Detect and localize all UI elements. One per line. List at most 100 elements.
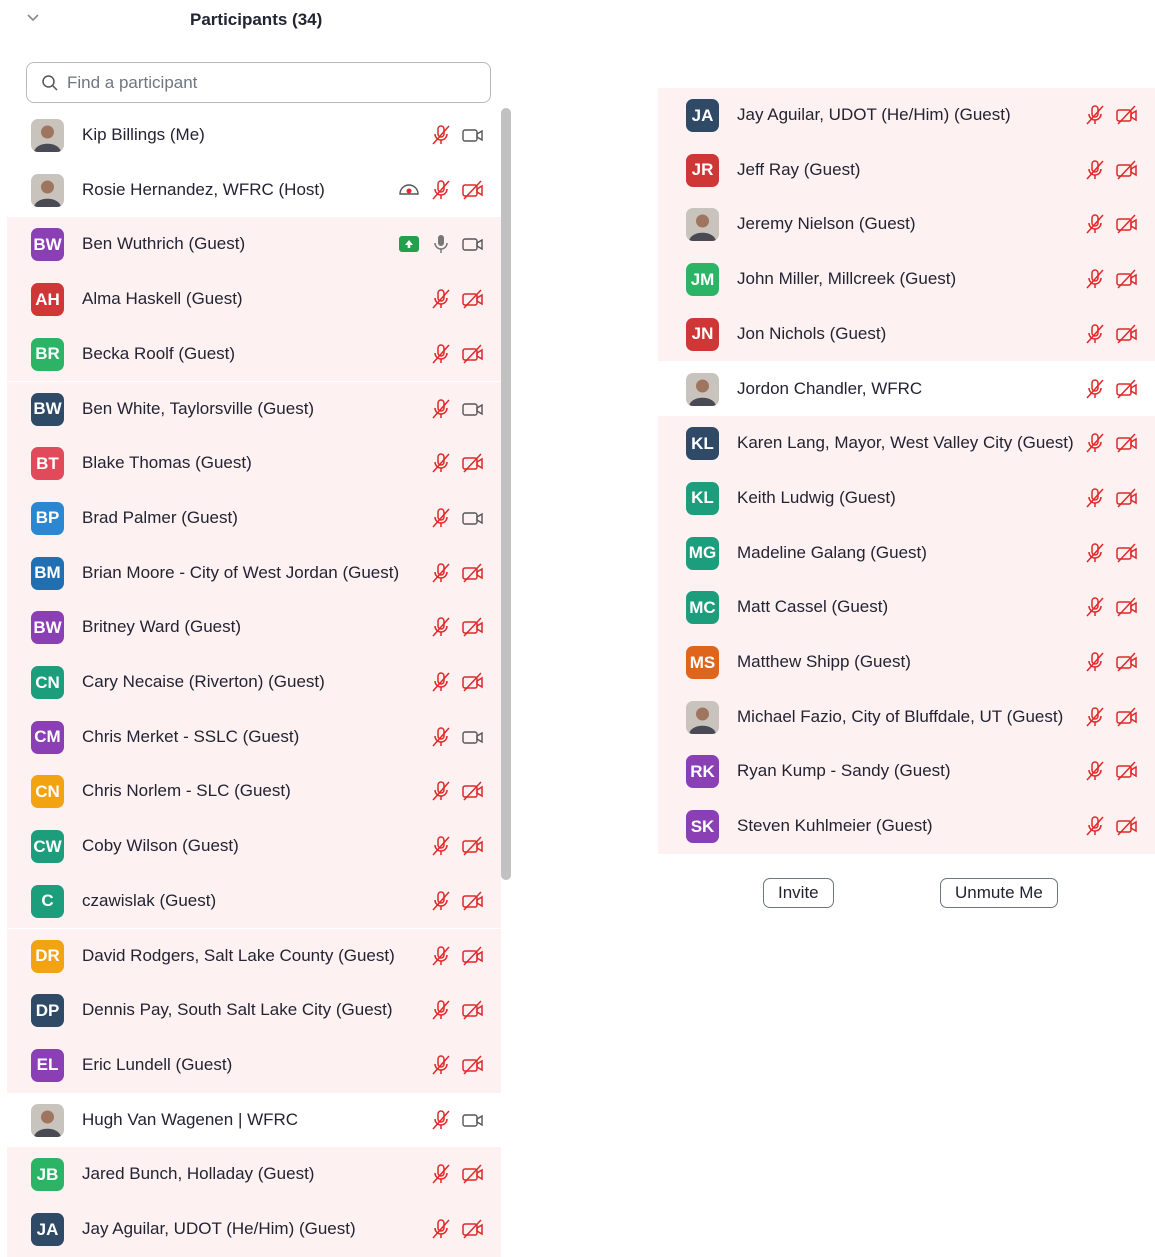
mic-muted-icon[interactable] <box>1079 159 1111 181</box>
search-input[interactable] <box>65 71 469 94</box>
mic-muted-icon[interactable] <box>425 398 457 420</box>
mic-muted-icon[interactable] <box>425 890 457 912</box>
video-off-icon[interactable] <box>1111 597 1143 617</box>
video-off-icon[interactable] <box>457 1055 489 1075</box>
video-off-icon[interactable] <box>457 563 489 583</box>
video-off-icon[interactable] <box>1111 488 1143 508</box>
mic-muted-icon[interactable] <box>1079 487 1111 509</box>
participant-row[interactable]: JA Jay Aguilar, UDOT (He/Him) (Guest) <box>7 1202 501 1257</box>
video-off-icon[interactable] <box>1111 433 1143 453</box>
participant-row[interactable]: Rosie Hernandez, WFRC (Host) <box>7 163 501 218</box>
mic-muted-icon[interactable] <box>1079 213 1111 235</box>
video-off-icon[interactable] <box>1111 761 1143 781</box>
participant-row[interactable]: MS Matthew Shipp (Guest) <box>658 635 1155 690</box>
video-off-icon[interactable] <box>1111 105 1143 125</box>
video-off-icon[interactable] <box>457 617 489 637</box>
participant-row[interactable]: CN Cary Necaise (Riverton) (Guest) <box>7 655 501 710</box>
video-off-icon[interactable] <box>1111 652 1143 672</box>
participant-row[interactable]: BR Becka Roolf (Guest) <box>7 326 501 382</box>
participant-row[interactable]: Jeremy Nielson (Guest) <box>658 197 1155 253</box>
mic-muted-icon[interactable] <box>425 999 457 1021</box>
participant-row[interactable]: BW Britney Ward (Guest) <box>7 600 501 655</box>
participant-row[interactable]: KL Karen Lang, Mayor, West Valley City (G… <box>658 416 1155 471</box>
participant-row[interactable]: JR Jeff Ray (Guest) <box>658 142 1155 198</box>
video-off-icon[interactable] <box>457 453 489 473</box>
participant-row[interactable]: EL Eric Lundell (Guest) <box>7 1037 501 1093</box>
participant-row[interactable]: BP Brad Palmer (Guest) <box>7 490 501 546</box>
mic-muted-icon[interactable] <box>425 945 457 967</box>
video-off-icon[interactable] <box>1111 324 1143 344</box>
participant-row[interactable]: DR David Rodgers, Salt Lake County (Guest… <box>7 928 501 984</box>
video-icon[interactable] <box>457 399 489 419</box>
participant-row[interactable]: Hugh Van Wagenen | WFRC <box>7 1093 501 1148</box>
video-off-icon[interactable] <box>457 672 489 692</box>
participant-row[interactable]: BT Blake Thomas (Guest) <box>7 436 501 491</box>
mic-muted-icon[interactable] <box>425 780 457 802</box>
participant-row[interactable]: JB Jared Bunch, Holladay (Guest) <box>7 1147 501 1202</box>
mic-muted-icon[interactable] <box>1079 596 1111 618</box>
mic-muted-icon[interactable] <box>425 562 457 584</box>
unmute-me-button[interactable]: Unmute Me <box>940 878 1058 908</box>
participant-row[interactable]: AH Alma Haskell (Guest) <box>7 272 501 327</box>
participant-row[interactable]: KL Keith Ludwig (Guest) <box>658 470 1155 526</box>
video-off-icon[interactable] <box>1111 707 1143 727</box>
mic-muted-icon[interactable] <box>425 835 457 857</box>
mic-icon[interactable] <box>425 233 457 255</box>
mic-muted-icon[interactable] <box>425 671 457 693</box>
search-box[interactable] <box>26 62 491 103</box>
participant-row[interactable]: MG Madeline Galang (Guest) <box>658 525 1155 581</box>
video-off-icon[interactable] <box>1111 269 1143 289</box>
participant-row[interactable]: JA Jay Aguilar, UDOT (He/Him) (Guest) <box>658 88 1155 143</box>
video-icon[interactable] <box>457 1110 489 1130</box>
participant-row[interactable]: RK Ryan Kump - Sandy (Guest) <box>658 744 1155 800</box>
video-off-icon[interactable] <box>457 891 489 911</box>
mic-muted-icon[interactable] <box>425 1054 457 1076</box>
video-icon[interactable] <box>457 508 489 528</box>
mic-muted-icon[interactable] <box>1079 432 1111 454</box>
participant-row[interactable]: JM John Miller, Millcreek (Guest) <box>658 252 1155 307</box>
participant-row[interactable]: Michael Fazio, City of Bluffdale, UT (Gu… <box>658 689 1155 745</box>
participant-row[interactable]: JN Jon Nichols (Guest) <box>658 306 1155 362</box>
mic-muted-icon[interactable] <box>425 288 457 310</box>
participant-row[interactable]: CW Coby Wilson (Guest) <box>7 819 501 874</box>
mic-muted-icon[interactable] <box>425 616 457 638</box>
participant-row[interactable]: CM Chris Merket - SSLC (Guest) <box>7 709 501 765</box>
mic-muted-icon[interactable] <box>425 343 457 365</box>
participant-row[interactable]: MC Matt Cassel (Guest) <box>658 580 1155 635</box>
chevron-down-icon[interactable] <box>24 8 42 26</box>
mic-muted-icon[interactable] <box>425 452 457 474</box>
participant-row[interactable]: Jordon Chandler, WFRC <box>658 362 1155 417</box>
mic-muted-icon[interactable] <box>1079 815 1111 837</box>
video-off-icon[interactable] <box>457 945 489 966</box>
video-off-icon[interactable] <box>457 781 489 801</box>
video-icon[interactable] <box>457 125 489 145</box>
video-off-icon[interactable] <box>457 836 489 856</box>
mic-muted-icon[interactable] <box>425 124 457 146</box>
participant-row[interactable]: SK Steven Kuhlmeier (Guest) <box>658 799 1155 854</box>
video-off-icon[interactable] <box>1111 160 1143 180</box>
scrollbar[interactable] <box>501 108 511 880</box>
mic-muted-icon[interactable] <box>425 179 457 201</box>
participant-row[interactable]: BW Ben Wuthrich (Guest) <box>7 217 501 273</box>
video-off-icon[interactable] <box>1111 378 1143 399</box>
participant-row[interactable]: CN Chris Norlem - SLC (Guest) <box>7 764 501 820</box>
participant-row[interactable]: DP Dennis Pay, South Salt Lake City (Gues… <box>7 983 501 1038</box>
participant-row[interactable]: BM Brian Moore - City of West Jordan (Gue… <box>7 545 501 601</box>
video-off-icon[interactable] <box>1111 214 1143 234</box>
mic-muted-icon[interactable] <box>425 1163 457 1185</box>
video-off-icon[interactable] <box>1111 816 1143 836</box>
mic-muted-icon[interactable] <box>425 507 457 529</box>
invite-button[interactable]: Invite <box>763 878 834 908</box>
video-icon[interactable] <box>457 727 489 747</box>
mic-muted-icon[interactable] <box>425 1109 457 1131</box>
video-off-icon[interactable] <box>457 1164 489 1184</box>
video-icon[interactable] <box>457 234 489 254</box>
mic-muted-icon[interactable] <box>1079 651 1111 673</box>
mic-muted-icon[interactable] <box>1079 760 1111 782</box>
video-off-icon[interactable] <box>457 1219 489 1239</box>
mic-muted-icon[interactable] <box>1079 323 1111 345</box>
video-off-icon[interactable] <box>457 344 489 364</box>
video-off-icon[interactable] <box>457 1000 489 1020</box>
participant-row[interactable]: Kip Billings (Me) <box>7 108 501 163</box>
mic-muted-icon[interactable] <box>1079 268 1111 290</box>
